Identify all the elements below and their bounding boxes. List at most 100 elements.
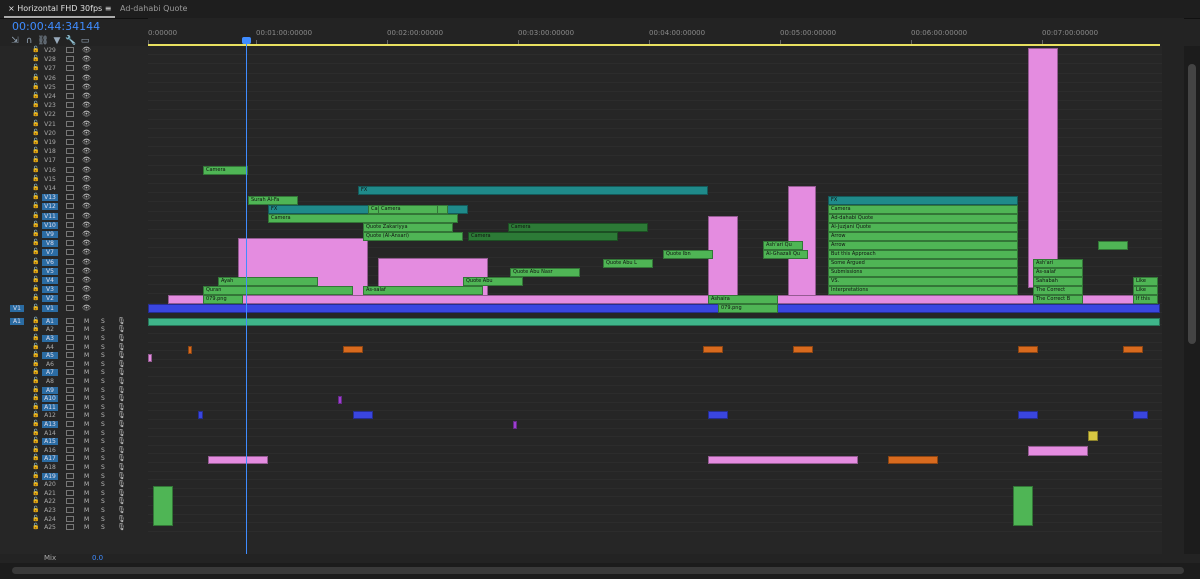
eye-icon[interactable]: 👁	[82, 202, 91, 210]
track-target[interactable]: A4	[42, 344, 58, 351]
track-target[interactable]: A20	[42, 481, 58, 488]
solo-button[interactable]: S	[101, 318, 105, 325]
track-target[interactable]: V16	[42, 167, 58, 174]
playhead-timecode[interactable]: 00:00:44:34144	[12, 20, 100, 33]
sync-lock-icon[interactable]	[66, 446, 74, 453]
eye-icon[interactable]: 👁	[82, 83, 91, 91]
sync-lock-icon[interactable]	[66, 203, 74, 210]
mute-button[interactable]: M	[84, 464, 89, 471]
lock-icon[interactable]: 🔓	[32, 343, 39, 350]
eye-icon[interactable]: 👁	[82, 193, 91, 201]
mute-button[interactable]: M	[84, 498, 89, 505]
eye-icon[interactable]: 👁	[82, 120, 91, 128]
timeline-clip[interactable]	[148, 318, 1160, 326]
eye-icon[interactable]: 👁	[82, 285, 91, 293]
timeline-clip[interactable]	[148, 304, 1160, 313]
track-target[interactable]: A21	[42, 490, 58, 497]
source-patch-a1[interactable]: A1	[10, 317, 24, 325]
track-target[interactable]: V2	[42, 295, 58, 303]
mute-button[interactable]: M	[84, 455, 89, 462]
sync-lock-icon[interactable]	[66, 343, 74, 350]
eye-icon[interactable]: 👁	[82, 267, 91, 275]
mic-icon[interactable]: 🎙	[117, 446, 126, 454]
solo-button[interactable]: S	[101, 473, 105, 480]
mic-icon[interactable]: 🎙	[117, 463, 126, 471]
track-target[interactable]: A8	[42, 378, 58, 385]
source-patch-v1[interactable]: V1	[10, 304, 24, 312]
mute-button[interactable]: M	[84, 369, 89, 376]
lock-icon[interactable]: 🔓	[32, 147, 39, 154]
eye-icon[interactable]: 👁	[82, 175, 91, 183]
lock-icon[interactable]: 🔓	[32, 411, 39, 418]
sync-lock-icon[interactable]	[66, 231, 74, 237]
track-target[interactable]: A9	[42, 386, 58, 394]
sync-lock-icon[interactable]	[66, 481, 74, 488]
mute-button[interactable]: M	[84, 344, 89, 351]
track-target[interactable]: A22	[42, 498, 58, 505]
track-target[interactable]: V1	[42, 304, 58, 312]
mute-button[interactable]: M	[84, 326, 89, 333]
mute-button[interactable]: M	[84, 318, 89, 325]
sync-lock-icon[interactable]	[66, 56, 74, 63]
track-target[interactable]: A14	[42, 430, 58, 437]
sync-lock-icon[interactable]	[66, 148, 74, 155]
sync-lock-icon[interactable]	[66, 455, 74, 462]
timeline-clip[interactable]: Quote Ibn	[663, 250, 713, 259]
close-icon[interactable]: ×	[8, 4, 17, 13]
mic-icon[interactable]: 🎙	[117, 489, 126, 497]
lock-icon[interactable]: 🔓	[32, 129, 39, 136]
track-target[interactable]: A15	[42, 438, 58, 446]
mic-icon[interactable]: 🎙	[117, 515, 126, 523]
lock-icon[interactable]: 🔓	[32, 334, 39, 341]
solo-button[interactable]: S	[101, 387, 105, 394]
timeline-clip[interactable]	[1098, 241, 1128, 250]
lock-icon[interactable]: 🔓	[32, 480, 39, 487]
time-ruler[interactable]: 0:00000 00:01:00:00000 00:02:00:00000 00:03…	[148, 18, 1184, 46]
timeline-clip[interactable]: As-salaf	[363, 286, 483, 295]
lock-icon[interactable]: 🔓	[32, 184, 39, 191]
sync-lock-icon[interactable]	[66, 326, 74, 333]
sequence-area[interactable]: Quran Ayah As-salaf 079.png Ashaira 079.png Qu…	[148, 46, 1162, 554]
solo-button[interactable]: S	[101, 326, 105, 333]
solo-button[interactable]: S	[101, 430, 105, 437]
sync-lock-icon[interactable]	[66, 403, 74, 410]
solo-button[interactable]: S	[101, 498, 105, 505]
mute-button[interactable]: M	[84, 335, 89, 342]
eye-icon[interactable]: 👁	[82, 156, 91, 164]
mute-button[interactable]: M	[84, 524, 89, 531]
track-target[interactable]: A1	[42, 317, 58, 325]
timeline-clip[interactable]: If this	[1133, 295, 1158, 304]
timeline-clip[interactable]: Camera	[468, 232, 618, 241]
timeline-clip[interactable]	[708, 456, 858, 464]
lock-icon[interactable]: 🔓	[32, 446, 39, 453]
lock-icon[interactable]: 🔓	[32, 175, 39, 182]
lock-icon[interactable]: 🔓	[32, 304, 39, 311]
mute-button[interactable]: M	[84, 516, 89, 523]
track-target[interactable]: V29	[42, 47, 58, 54]
sync-lock-icon[interactable]	[66, 93, 74, 99]
lock-icon[interactable]: 🔓	[32, 138, 39, 145]
lock-icon[interactable]: 🔓	[32, 472, 39, 479]
lock-icon[interactable]: 🔓	[32, 267, 39, 274]
mute-button[interactable]: M	[84, 412, 89, 419]
track-target[interactable]: V25	[42, 84, 58, 91]
tab-menu-icon[interactable]: ≡	[102, 4, 112, 13]
lock-icon[interactable]: 🔓	[32, 248, 39, 255]
mute-button[interactable]: M	[84, 395, 89, 402]
sync-lock-icon[interactable]	[66, 412, 74, 419]
mute-button[interactable]: M	[84, 447, 89, 454]
timeline-clip[interactable]	[1123, 346, 1143, 353]
timeline-clip[interactable]: Ayah	[218, 277, 318, 286]
timeline-clip[interactable]: VS.	[828, 277, 1018, 286]
eye-icon[interactable]: 👁	[82, 258, 91, 266]
mute-button[interactable]: M	[84, 430, 89, 437]
mic-icon[interactable]: 🎙	[117, 317, 126, 325]
tab-horizontal-fhd[interactable]: × Horizontal FHD 30fps ≡	[4, 2, 116, 18]
track-target[interactable]: A25	[42, 524, 58, 531]
track-target[interactable]: V13	[42, 194, 58, 202]
track-target[interactable]: V26	[42, 75, 58, 82]
track-target[interactable]: V10	[42, 221, 58, 229]
timeline-clip[interactable]: Quote Abu	[463, 277, 523, 286]
sync-lock-icon[interactable]	[66, 429, 74, 436]
mic-icon[interactable]: 🎙	[117, 325, 126, 333]
